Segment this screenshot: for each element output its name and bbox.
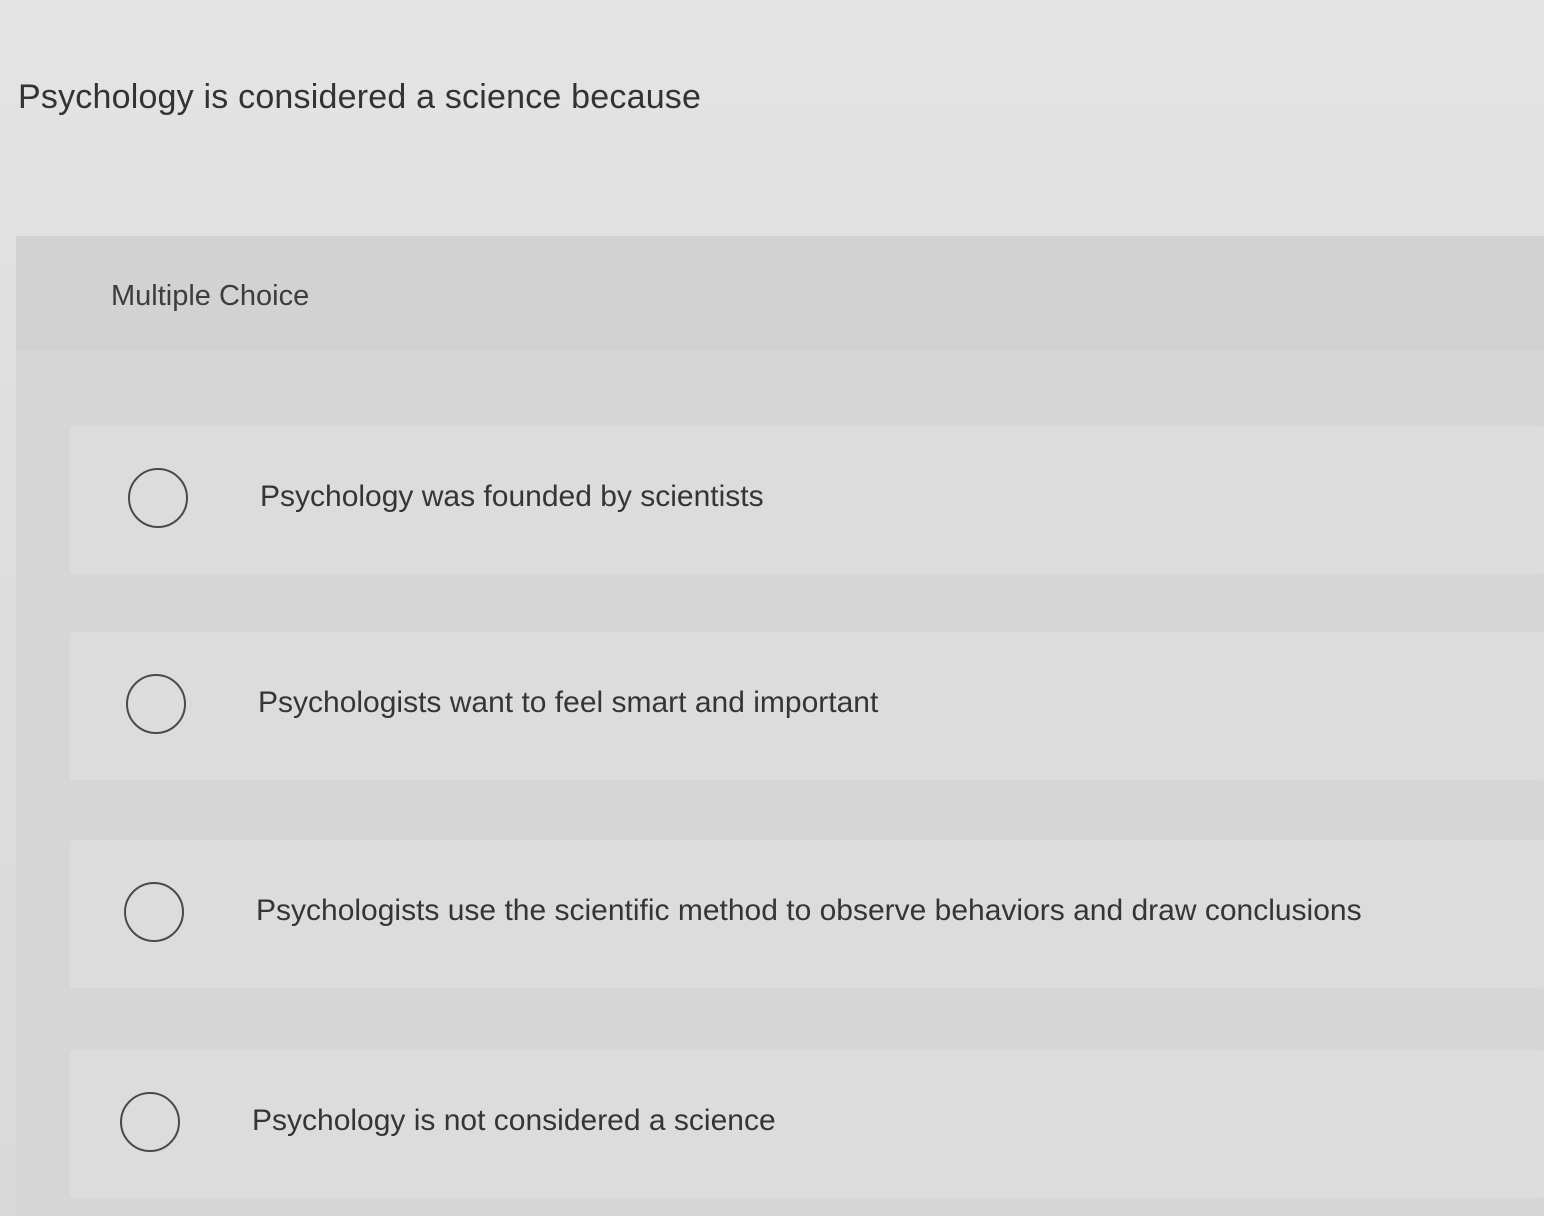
radio-button-icon[interactable]	[128, 468, 188, 528]
radio-button-icon[interactable]	[124, 882, 184, 942]
answer-option-label: Psychologists want to feel smart and imp…	[258, 686, 879, 719]
answer-option-label: Psychology was founded by scientists	[260, 480, 764, 513]
quiz-page: Psychology is considered a science becau…	[0, 0, 1544, 1216]
answer-option-1[interactable]: Psychology was founded by scientists	[70, 426, 1544, 574]
answer-option-3[interactable]: Psychologists use the scientific method …	[70, 840, 1544, 988]
answer-option-2[interactable]: Psychologists want to feel smart and imp…	[70, 632, 1544, 780]
multiple-choice-panel: Multiple Choice Psychology was founded b…	[16, 236, 1544, 1216]
answer-option-label: Psychology is not considered a science	[252, 1104, 776, 1137]
question-text: Psychology is considered a science becau…	[18, 78, 702, 116]
answer-option-label: Psychologists use the scientific method …	[256, 894, 1362, 927]
radio-button-icon[interactable]	[120, 1092, 180, 1152]
multiple-choice-label: Multiple Choice	[111, 280, 310, 312]
answer-option-4[interactable]: Psychology is not considered a science	[70, 1050, 1544, 1198]
radio-button-icon[interactable]	[126, 674, 186, 734]
multiple-choice-header: Multiple Choice	[16, 236, 1544, 350]
